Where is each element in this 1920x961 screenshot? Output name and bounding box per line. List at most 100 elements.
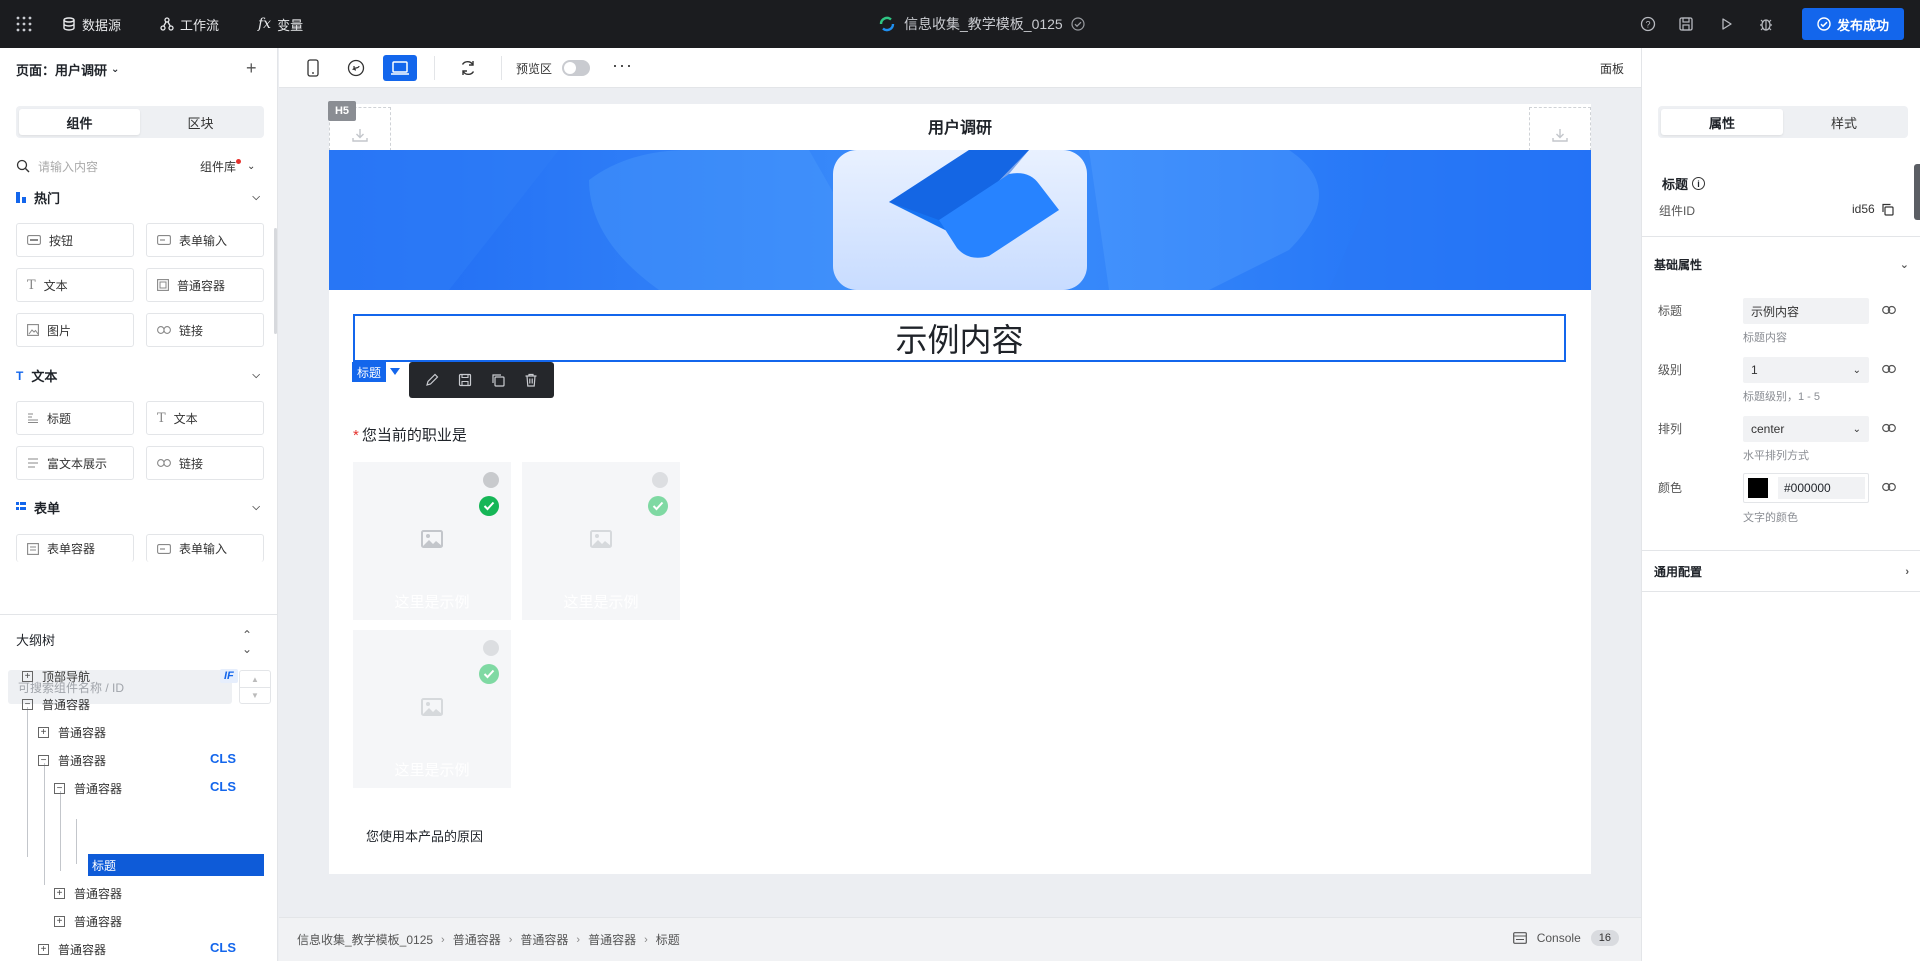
collapse-icon[interactable]: − xyxy=(38,754,49,766)
option-card[interactable]: 这里是示例 xyxy=(353,630,511,788)
color-swatch[interactable] xyxy=(1748,478,1768,498)
tab-components[interactable]: 组件 xyxy=(19,109,140,135)
tree-node[interactable]: − 普通容器 xyxy=(22,693,90,715)
group-general-config[interactable]: 通用配置 › xyxy=(1654,563,1909,580)
collapse-icon[interactable]: − xyxy=(22,698,33,710)
field-align-select[interactable]: center ⌄ xyxy=(1743,416,1869,442)
tree-node[interactable]: − 普通容器 xyxy=(54,777,122,799)
debug-icon[interactable] xyxy=(1756,14,1776,34)
breadcrumb-item[interactable]: 标题 xyxy=(656,931,680,948)
question-text: 您当前的职业是 xyxy=(361,427,467,444)
comp-form-input[interactable]: 表单输入 xyxy=(146,223,264,257)
expand-icon[interactable]: + xyxy=(54,887,65,899)
tree-node[interactable]: + 普通容器 xyxy=(54,882,122,904)
nav-workflow[interactable]: 工作流 xyxy=(160,14,219,34)
comp-container[interactable]: 普通容器 xyxy=(146,268,264,302)
expand-icon[interactable]: + xyxy=(54,915,65,927)
comp-text-2[interactable]: T 文本 xyxy=(146,401,264,435)
preview-toggle[interactable] xyxy=(562,60,590,76)
panel-resize-handle[interactable] xyxy=(1914,164,1920,220)
tree-node[interactable]: − 普通容器 xyxy=(38,749,106,771)
comp-form-container[interactable]: 表单容器 xyxy=(16,534,134,562)
publish-button[interactable]: 发布成功 xyxy=(1802,8,1904,40)
section-form[interactable]: 表单 ⌵ xyxy=(16,498,260,517)
add-page-icon[interactable]: + xyxy=(246,58,257,79)
copy-icon[interactable] xyxy=(1881,203,1894,216)
comp-richtext[interactable]: 富文本展示 xyxy=(16,446,134,480)
radio-icon[interactable] xyxy=(483,472,499,488)
expand-icon[interactable]: + xyxy=(22,670,33,682)
outline-stepper[interactable]: ▲ ▼ xyxy=(239,670,271,704)
comp-image[interactable]: 图片 xyxy=(16,313,134,347)
component-scrollbar[interactable] xyxy=(274,228,277,334)
component-floating-toolbar xyxy=(409,362,554,398)
group-basic-properties[interactable]: 基础属性 ⌄ xyxy=(1654,256,1909,273)
section-hot[interactable]: 热门 ⌵ xyxy=(16,188,260,207)
tree-node-selected[interactable]: 标题 xyxy=(88,854,264,876)
panel-toggle[interactable]: 面板 xyxy=(1600,60,1624,77)
breadcrumb-item[interactable]: 普通容器 xyxy=(588,931,636,948)
expand-icon[interactable]: + xyxy=(38,943,49,955)
radio-icon[interactable] xyxy=(652,472,668,488)
component-library-dropdown[interactable]: 组件库 ⌄ xyxy=(200,158,255,175)
field-level-value: 1 xyxy=(1751,363,1758,377)
save-as-block-icon[interactable] xyxy=(457,372,473,388)
tree-node[interactable]: + 普通容器 xyxy=(38,938,106,960)
info-icon[interactable]: i xyxy=(1692,177,1706,190)
step-down-icon[interactable]: ▼ xyxy=(240,687,270,703)
tree-node[interactable]: + 普通容器 xyxy=(38,721,106,743)
field-color-input[interactable]: #000000 xyxy=(1743,473,1869,503)
nav-variables[interactable]: fx 变量 xyxy=(258,14,303,34)
field-color-value[interactable]: #000000 xyxy=(1778,477,1865,499)
expand-icon[interactable]: + xyxy=(38,726,49,738)
expand-collapse-icon[interactable]: ⌃ ⌄ xyxy=(242,628,252,656)
mini-program-icon[interactable] xyxy=(345,57,367,79)
option-card[interactable]: 这里是示例 xyxy=(353,462,511,620)
step-up-icon[interactable]: ▲ xyxy=(240,671,270,687)
bind-link-icon[interactable] xyxy=(1882,364,1896,374)
copy-icon[interactable] xyxy=(490,372,506,388)
comp-button[interactable]: 按钮 xyxy=(16,223,134,257)
select-parent-arrow-icon[interactable] xyxy=(390,368,400,375)
tree-node[interactable]: + 顶部导航 xyxy=(22,665,90,687)
app-title: 信息收集_教学模板_0125 xyxy=(878,14,1085,34)
tab-properties[interactable]: 属性 xyxy=(1661,109,1783,135)
desktop-view-icon[interactable] xyxy=(383,55,417,81)
comp-link[interactable]: 链接 xyxy=(146,313,264,347)
tree-node[interactable]: + 普通容器 xyxy=(54,910,122,932)
delete-icon[interactable] xyxy=(523,372,539,388)
save-icon[interactable] xyxy=(1676,14,1696,34)
section-text[interactable]: T 文本 ⌵ xyxy=(16,366,260,385)
comp-heading[interactable]: 标题 xyxy=(16,401,134,435)
help-icon[interactable]: ? xyxy=(1638,14,1658,34)
tab-blocks[interactable]: 区块 xyxy=(140,109,261,135)
comp-form-input-2[interactable]: 表单输入 xyxy=(146,534,264,562)
run-icon[interactable] xyxy=(1716,14,1736,34)
app-grid-icon[interactable] xyxy=(14,14,34,34)
radio-icon[interactable] xyxy=(483,640,499,656)
refresh-icon[interactable] xyxy=(457,57,479,79)
console-button[interactable]: Console 16 xyxy=(1512,930,1619,946)
edit-icon[interactable] xyxy=(424,372,440,388)
tab-styles[interactable]: 样式 xyxy=(1783,109,1905,135)
tree-node-label: 顶部导航 xyxy=(42,669,91,684)
field-level-select[interactable]: 1 ⌄ xyxy=(1743,357,1869,383)
field-title-input[interactable]: 示例内容 xyxy=(1743,298,1869,324)
comp-link-2[interactable]: 链接 xyxy=(146,446,264,480)
nav-datasource[interactable]: 数据源 xyxy=(62,14,121,34)
bind-link-icon[interactable] xyxy=(1882,423,1896,433)
search-input[interactable]: 请输入内容 xyxy=(38,158,98,175)
breadcrumb-item[interactable]: 普通容器 xyxy=(520,931,568,948)
more-icon[interactable]: ··· xyxy=(612,55,633,76)
option-card[interactable]: 这里是示例 xyxy=(522,462,680,620)
comp-text[interactable]: T 文本 xyxy=(16,268,134,302)
mobile-view-icon[interactable] xyxy=(302,57,324,79)
page-selector[interactable]: 页面：用户调研 ⌄ xyxy=(16,60,119,79)
bind-link-icon[interactable] xyxy=(1882,305,1896,315)
collapse-icon[interactable]: − xyxy=(54,782,65,794)
breadcrumb-item[interactable]: 信息收集_教学模板_0125 xyxy=(297,931,433,948)
breadcrumb-item[interactable]: 普通容器 xyxy=(453,931,501,948)
selected-component-label[interactable]: 标题 xyxy=(352,362,387,382)
bind-link-icon[interactable] xyxy=(1882,482,1896,492)
selected-heading[interactable]: 示例内容 xyxy=(353,314,1566,362)
